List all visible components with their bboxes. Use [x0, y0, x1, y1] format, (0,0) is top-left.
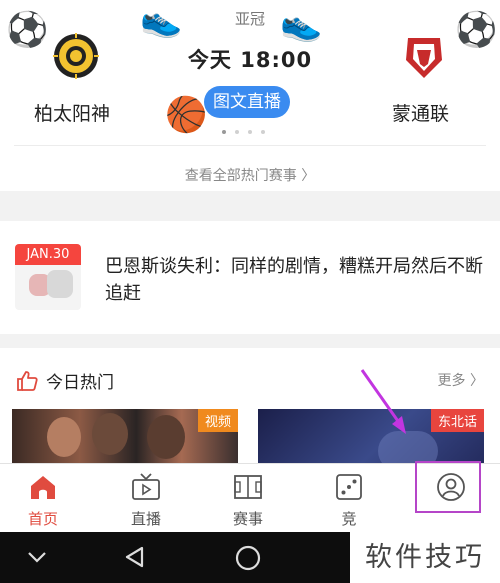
home-circle-icon[interactable] [234, 544, 262, 572]
thumbs-up-icon [17, 370, 38, 391]
date-badge: JAN.30 [15, 244, 81, 265]
video-tag: 视频 [197, 409, 238, 432]
player-face-image [92, 413, 128, 455]
more-link[interactable]: 更多 〉 [438, 370, 484, 390]
carousel-dot [248, 130, 252, 134]
annotation-arrow [360, 369, 406, 434]
carousel-dot [222, 130, 226, 134]
divider [14, 145, 486, 146]
tab-home[interactable]: 首页 [3, 468, 83, 530]
match-card[interactable]: ⚽ 👟 👟 ⚽ 🏀 亚冠 今天 18:00 柏太阳神 蒙通联 图文直播 查看全部… [0, 0, 500, 191]
away-team-name: 蒙通联 [392, 103, 450, 125]
hot-today-header: 今日热门 [16, 368, 114, 393]
tab-label: 直播 [130, 510, 161, 528]
tab-live[interactable]: 直播 [106, 468, 186, 530]
tab-label: 竞 [341, 510, 357, 528]
video-tag: 东北话 [430, 409, 484, 432]
hot-today-section: 今日热门 更多 〉 视频 东北话 [0, 348, 500, 463]
live-text-button[interactable]: 图文直播 [204, 86, 290, 118]
hot-video-thumbnail[interactable]: 视频 [12, 409, 238, 463]
player-face-image [47, 417, 81, 457]
tv-icon [132, 473, 160, 500]
news-item[interactable]: JAN.30 巴恩斯谈失利：同样的剧情，糟糕开局然后不断追赶 [0, 221, 500, 334]
field-icon [234, 475, 262, 499]
more-label: 更多 [437, 373, 466, 389]
news-title[interactable]: 巴恩斯谈失利：同样的剧情，糟糕开局然后不断追赶 [105, 253, 485, 307]
player-face-image [147, 415, 185, 459]
chevron-down-icon[interactable] [24, 544, 50, 570]
hot-today-title: 今日热门 [46, 373, 114, 393]
blurred-image [47, 270, 73, 298]
back-icon[interactable] [122, 544, 148, 570]
highlight-box [415, 461, 481, 513]
away-team-logo [406, 38, 442, 78]
home-icon [31, 476, 55, 499]
tab-events[interactable]: 赛事 [208, 468, 288, 530]
carousel-dot [261, 130, 265, 134]
news-thumbnail: JAN.30 [15, 244, 81, 310]
carousel-dot [235, 130, 239, 134]
background-basketball-icon: 🏀 [165, 95, 208, 135]
home-team-name: 柏太阳神 [34, 103, 111, 125]
tab-label: 赛事 [232, 510, 263, 528]
system-navigation-bar [0, 532, 350, 583]
home-team-logo [53, 33, 99, 79]
tab-label: 首页 [27, 510, 58, 528]
all-hot-matches-link[interactable]: 查看全部热门赛事 〉 [0, 165, 500, 185]
dice-icon [336, 474, 362, 500]
carousel-indicator [222, 130, 265, 134]
watermark-text: 软件技巧 [350, 532, 500, 583]
tab-competition[interactable]: 竞 [309, 468, 389, 530]
league-name: 亚冠 [234, 10, 265, 28]
